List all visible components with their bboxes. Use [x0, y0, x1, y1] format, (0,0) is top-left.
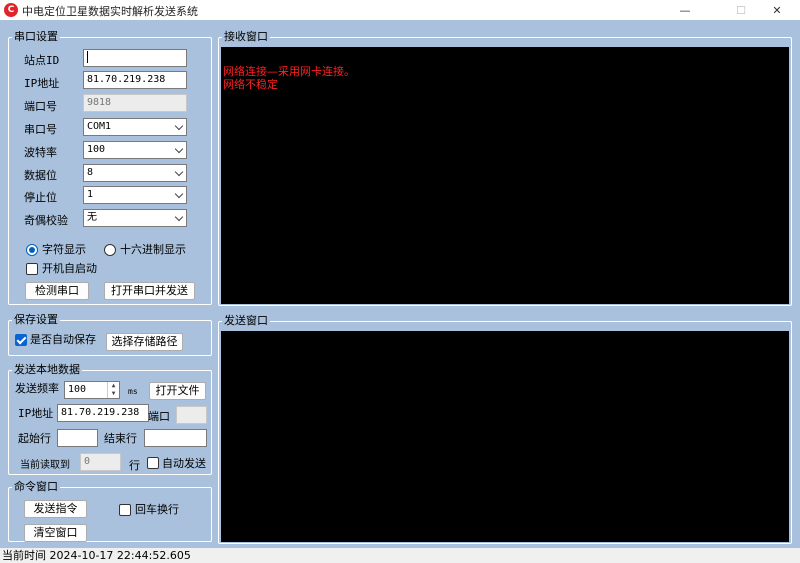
autostart-checkbox[interactable] — [26, 263, 38, 275]
local-port-label: 端口 — [148, 410, 170, 423]
parity-label: 奇偶校验 — [24, 214, 68, 227]
close-button[interactable]: ✕ — [754, 0, 800, 20]
chevron-down-icon — [174, 167, 184, 177]
local-ip-input[interactable]: 81.70.219.238 — [57, 404, 149, 422]
receive-line: 网络连接—采用网卡连接。 — [223, 65, 355, 78]
hex-display-radio[interactable] — [104, 244, 116, 256]
send-window-title: 发送窗口 — [222, 314, 270, 328]
start-row-label: 起始行 — [18, 432, 51, 445]
char-display-label: 字符显示 — [42, 243, 86, 256]
chevron-down-icon — [174, 189, 184, 199]
status-bar: 当前时间 2024-10-17 22:44:52.605 — [0, 548, 800, 563]
stop-bits-select[interactable]: 1 — [83, 186, 187, 204]
detect-serial-button[interactable]: 检测串口 — [25, 282, 89, 300]
current-read-input: 0 — [80, 453, 121, 471]
open-serial-send-button[interactable]: 打开串口并发送 — [104, 282, 195, 300]
current-time-text: 当前时间 2024-10-17 22:44:52.605 — [2, 549, 191, 562]
title-bar: C 中电定位卫星数据实时解析发送系统 — ☐ ✕ — [0, 0, 800, 20]
command-window-title: 命令窗口 — [12, 480, 60, 494]
send-local-data-group: 发送本地数据 发送频率 100 ▲ ▼ ms 打开文件 IP地址 81.70.219… — [8, 363, 212, 475]
autosend-checkbox[interactable] — [147, 457, 159, 469]
ip-address-label: IP地址 — [24, 77, 60, 90]
send-command-button[interactable]: 发送指令 — [24, 500, 87, 518]
send-frequency-label: 发送频率 — [15, 382, 59, 395]
minimize-button[interactable]: — — [662, 0, 708, 20]
clear-window-button[interactable]: 清空窗口 — [24, 524, 87, 542]
current-read-label: 当前读取到 — [20, 460, 70, 471]
com-port-label: 串口号 — [24, 123, 57, 136]
hex-display-label: 十六进制显示 — [120, 243, 186, 256]
window-title: 中电定位卫星数据实时解析发送系统 — [22, 5, 198, 18]
start-row-input[interactable] — [57, 429, 98, 447]
station-id-input[interactable] — [83, 49, 187, 67]
receive-line: 网络不稳定 — [223, 78, 278, 91]
data-bits-label: 数据位 — [24, 169, 57, 182]
autostart-label: 开机自启动 — [42, 262, 97, 275]
spinner-down-icon[interactable]: ▼ — [108, 390, 119, 398]
port-input[interactable]: 9818 — [83, 94, 187, 112]
save-settings-group: 保存设置 是否自动保存 选择存储路径 — [8, 313, 212, 356]
baud-rate-select[interactable]: 100 — [83, 141, 187, 159]
crlf-label: 回车换行 — [135, 503, 179, 516]
save-settings-title: 保存设置 — [12, 313, 60, 327]
receive-window-group: 接收窗口 网络连接—采用网卡连接。 网络不稳定 — [218, 30, 792, 306]
receive-terminal[interactable]: 网络连接—采用网卡连接。 网络不稳定 — [221, 47, 789, 304]
autosave-label: 是否自动保存 — [30, 333, 96, 346]
char-display-radio[interactable] — [26, 244, 38, 256]
choose-save-path-button[interactable]: 选择存储路径 — [106, 333, 183, 351]
text-cursor — [87, 51, 88, 63]
baud-rate-label: 波特率 — [24, 146, 57, 159]
spinner-arrows[interactable]: ▲ ▼ — [107, 382, 119, 398]
chevron-down-icon — [174, 121, 184, 131]
chevron-down-icon — [174, 144, 184, 154]
station-id-label: 站点ID — [24, 54, 60, 67]
serial-settings-group: 串口设置 站点ID IP地址 81.70.219.238 端口号 9818 串口… — [8, 30, 212, 305]
local-ip-label: IP地址 — [18, 407, 54, 420]
chevron-down-icon — [174, 212, 184, 222]
send-terminal[interactable] — [221, 331, 789, 542]
end-row-label: 结束行 — [104, 432, 137, 445]
send-window-group: 发送窗口 — [218, 314, 792, 544]
send-local-data-title: 发送本地数据 — [12, 363, 82, 377]
open-file-button[interactable]: 打开文件 — [149, 382, 206, 400]
receive-window-title: 接收窗口 — [222, 30, 270, 44]
autosave-checkbox[interactable] — [15, 334, 27, 346]
com-port-select[interactable]: COM1 — [83, 118, 187, 136]
parity-select[interactable]: 无 — [83, 209, 187, 227]
app-logo-icon: C — [4, 3, 18, 17]
stop-bits-label: 停止位 — [24, 191, 57, 204]
end-row-input[interactable] — [144, 429, 207, 447]
frequency-unit-label: ms — [128, 387, 138, 396]
port-label: 端口号 — [24, 100, 57, 113]
row-unit-label: 行 — [129, 459, 140, 472]
crlf-checkbox[interactable] — [119, 504, 131, 516]
local-port-input[interactable] — [176, 406, 207, 424]
send-frequency-spinner[interactable]: 100 ▲ ▼ — [64, 381, 120, 399]
autosend-label: 自动发送 — [162, 457, 206, 470]
spinner-up-icon[interactable]: ▲ — [108, 382, 119, 390]
ip-address-input[interactable]: 81.70.219.238 — [83, 71, 187, 89]
data-bits-select[interactable]: 8 — [83, 164, 187, 182]
serial-settings-title: 串口设置 — [12, 30, 60, 44]
command-window-group: 命令窗口 发送指令 回车换行 清空窗口 — [8, 480, 212, 542]
